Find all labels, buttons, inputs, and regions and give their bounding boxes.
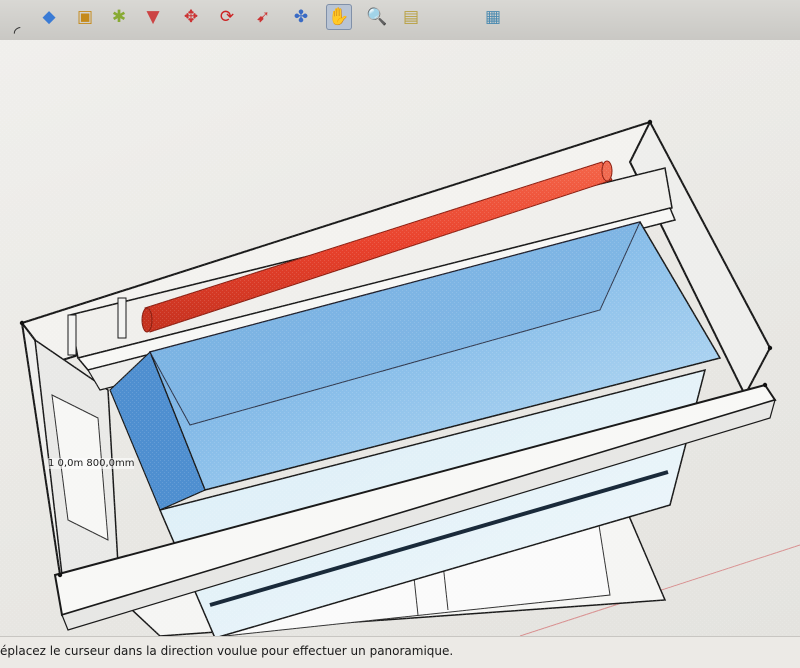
pan-icon[interactable]: ✋ xyxy=(326,4,352,30)
push-pull-icon[interactable]: ▣ xyxy=(72,4,98,30)
orbit-icon[interactable]: ✤ xyxy=(288,4,314,30)
follow-me-icon[interactable]: ▼ xyxy=(140,4,166,30)
rotate-icon[interactable]: ⟳ xyxy=(214,4,240,30)
paint-bucket-icon[interactable]: ◆ xyxy=(36,4,62,30)
toolbar: ◜ ◆ ▣ ✱ ▼ ✥ ⟳ ➹ ✤ ✋ 🔍 ▤ ▦ xyxy=(0,0,800,41)
model-viewport[interactable]: 1 0,0m 800,0mm xyxy=(0,40,800,636)
zoom-icon[interactable]: 🔍 xyxy=(364,4,390,30)
scale-icon[interactable]: ➹ xyxy=(250,4,276,30)
status-text: éplacez le curseur dans la direction vou… xyxy=(0,644,454,658)
support-post xyxy=(67,314,77,356)
aquarium-model xyxy=(0,40,800,636)
dimension-label: 1 0,0m 800,0mm xyxy=(48,458,135,469)
offset-icon[interactable]: ✱ xyxy=(106,4,132,30)
zoom-extents-icon[interactable]: ▦ xyxy=(480,4,506,30)
status-bar: éplacez le curseur dans la direction vou… xyxy=(0,636,800,668)
move-icon[interactable]: ✥ xyxy=(178,4,204,30)
zoom-window-icon[interactable]: ▤ xyxy=(398,4,424,30)
support-post xyxy=(117,297,127,339)
